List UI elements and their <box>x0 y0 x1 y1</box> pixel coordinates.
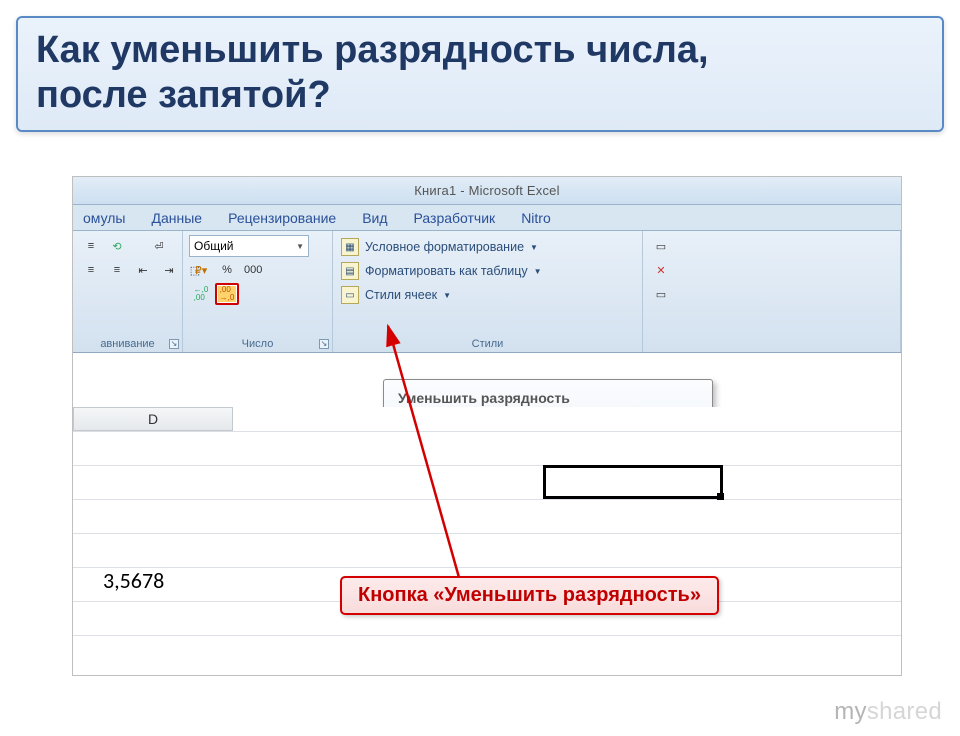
ribbon-tab[interactable]: омулы <box>83 210 126 230</box>
format-as-table-button[interactable]: ▤ Форматировать как таблицу ▼ <box>339 259 636 283</box>
wrap-text-button[interactable]: ⏎ <box>147 235 171 257</box>
group-label-alignment: авнивание <box>73 338 182 350</box>
column-header-label: D <box>148 411 158 427</box>
conditional-formatting-button[interactable]: ▦ Условное форматирование ▼ <box>339 235 636 259</box>
tooltip-title: Уменьшить разрядность <box>398 390 698 406</box>
alignment-dialog-launcher[interactable]: ↘ <box>169 339 179 349</box>
selected-cell[interactable] <box>543 465 723 499</box>
format-as-table-icon: ▤ <box>341 262 359 280</box>
align-left-button[interactable]: ≡ <box>79 259 103 281</box>
chevron-down-icon: ▼ <box>443 291 451 300</box>
number-format-selected: Общий <box>194 239 234 253</box>
group-alignment: ≡ ⟲ ⏎ ≡ ≡ ⇤ ⇥ ⬚ авнивание ↘ <box>73 231 183 352</box>
worksheet-grid[interactable]: D 3,5678 <box>73 407 901 675</box>
align-center-button[interactable]: ≡ <box>105 259 129 281</box>
group-label-number: Число <box>183 338 332 350</box>
number-dialog-launcher[interactable]: ↘ <box>319 339 329 349</box>
decrease-decimal-button[interactable]: ,00→,0 <box>215 283 239 305</box>
callout-label: Кнопка «Уменьшить разрядность» <box>340 576 719 615</box>
watermark-part2: shared <box>867 698 942 725</box>
group-label-styles: Стили <box>333 338 642 350</box>
ribbon-tab[interactable]: Рецензирование <box>228 210 336 230</box>
ribbon-tab[interactable]: Данные <box>152 210 203 230</box>
watermark-part1: my <box>834 698 867 725</box>
increase-indent-button[interactable]: ⇥ <box>157 259 181 281</box>
cell-styles-icon: ▭ <box>341 286 359 304</box>
title-line-1: Как уменьшить разрядность числа, <box>36 29 709 71</box>
group-cells: ▭ ✕ ▭ <box>643 231 901 352</box>
ribbon-tabs: омулы Данные Рецензирование Вид Разработ… <box>73 205 901 231</box>
format-cells-button[interactable]: ▭ <box>649 283 673 305</box>
ribbon-tab[interactable]: Вид <box>362 210 387 230</box>
chevron-down-icon: ▼ <box>530 243 538 252</box>
cell-value[interactable]: 3,5678 <box>103 567 164 594</box>
chevron-down-icon: ▼ <box>296 242 304 251</box>
column-header[interactable]: D <box>73 407 233 431</box>
ribbon-tab[interactable]: Nitro <box>521 210 551 230</box>
comma-style-button[interactable]: 000 <box>241 259 265 281</box>
increase-decimal-button[interactable]: ←,0,00 <box>189 283 213 305</box>
cell-styles-button[interactable]: ▭ Стили ячеек ▼ <box>339 283 636 307</box>
decrease-indent-button[interactable]: ⇤ <box>131 259 155 281</box>
slide-title-box: Как уменьшить разрядность числа, после з… <box>16 16 944 132</box>
callout-text: Кнопка «Уменьшить разрядность» <box>358 584 701 606</box>
group-number: Общий ▼ ₽▾ % 000 ←,0,00 ,00→,0 Число ↘ <box>183 231 333 352</box>
slide-title: Как уменьшить разрядность числа, после з… <box>36 28 924 118</box>
insert-cells-button[interactable]: ▭ <box>649 235 673 257</box>
orientation-button[interactable]: ⟲ <box>105 235 129 257</box>
accounting-format-button[interactable]: ₽▾ <box>189 259 213 281</box>
align-top-button[interactable]: ≡ <box>79 235 103 257</box>
app-title: Книга1 - Microsoft Excel <box>414 183 559 198</box>
chevron-down-icon: ▼ <box>534 267 542 276</box>
group-styles: ▦ Условное форматирование ▼ ▤ Форматиров… <box>333 231 643 352</box>
watermark: myshared <box>834 698 942 726</box>
ribbon-tab[interactable]: Разработчик <box>414 210 496 230</box>
ribbon: ≡ ⟲ ⏎ ≡ ≡ ⇤ ⇥ ⬚ авнивание ↘ Общий ▼ <box>73 231 901 353</box>
delete-cells-button[interactable]: ✕ <box>649 259 673 281</box>
number-format-combo[interactable]: Общий ▼ <box>189 235 309 257</box>
percent-style-button[interactable]: % <box>215 259 239 281</box>
conditional-formatting-icon: ▦ <box>341 238 359 256</box>
title-line-2: после запятой? <box>36 74 331 116</box>
window-titlebar: Книга1 - Microsoft Excel <box>73 177 901 205</box>
